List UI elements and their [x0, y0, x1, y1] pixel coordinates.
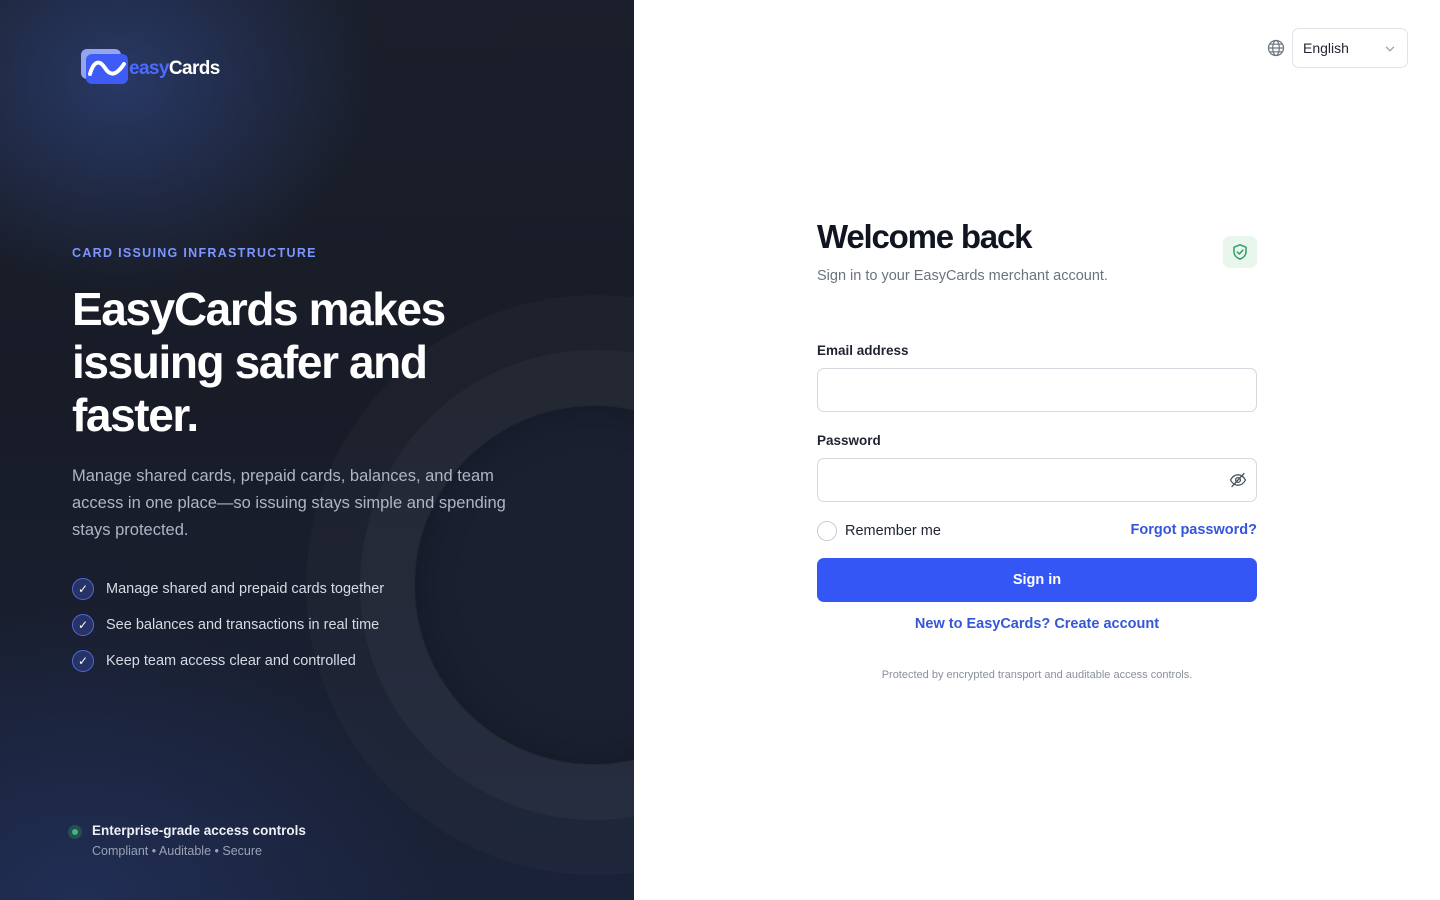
- shield-check-icon: [1233, 244, 1247, 260]
- check-icon: ✓: [72, 650, 94, 672]
- email-label: Email address: [817, 343, 909, 358]
- forgot-password-link[interactable]: Forgot password?: [1131, 522, 1257, 538]
- globe-icon: [1267, 39, 1285, 57]
- logo-text-cards: Cards: [168, 58, 220, 79]
- trust-subtitle: Compliant • Auditable • Secure: [92, 844, 262, 858]
- email-field[interactable]: [817, 368, 1257, 412]
- language-select[interactable]: English: [1292, 28, 1408, 68]
- remember-me-checkbox[interactable]: [817, 521, 837, 541]
- feature-item: ✓ See balances and transactions in real …: [72, 614, 384, 636]
- feature-label: See balances and transactions in real ti…: [106, 617, 380, 633]
- remember-me[interactable]: Remember me: [817, 521, 941, 541]
- security-badge: [1223, 236, 1257, 268]
- page-title: Welcome back: [817, 218, 1032, 255]
- hero-headline: EasyCards makes issuing safer and faster…: [72, 283, 446, 441]
- logo-text-easy: easy: [129, 58, 169, 79]
- logo-mark-icon: [81, 49, 128, 84]
- feature-label: Keep team access clear and controlled: [106, 653, 356, 669]
- hero-description: Manage shared cards, prepaid cards, bala…: [72, 467, 506, 539]
- eye-off-icon[interactable]: [1229, 472, 1247, 488]
- security-fineprint: Protected by encrypted transport and aud…: [881, 669, 1193, 681]
- language-select-value: English: [1303, 40, 1349, 56]
- remember-me-label: Remember me: [845, 523, 941, 539]
- status-dot-icon: [68, 825, 82, 839]
- trust-title: Enterprise-grade access controls: [92, 823, 306, 838]
- feature-list: ✓ Manage shared and prepaid cards togeth…: [72, 578, 384, 686]
- hero-eyebrow: CARD ISSUING INFRASTRUCTURE: [72, 246, 317, 260]
- password-label: Password: [817, 433, 881, 448]
- password-field[interactable]: [817, 458, 1257, 502]
- check-icon: ✓: [72, 578, 94, 600]
- chevron-down-icon: [1385, 46, 1395, 52]
- brand-panel: easyCards CARD ISSUING INFRASTRUCTURE Ea…: [0, 0, 634, 900]
- create-account-link[interactable]: New to EasyCards? Create account: [817, 616, 1257, 632]
- feature-item: ✓ Keep team access clear and controlled: [72, 650, 384, 672]
- feature-label: Manage shared and prepaid cards together: [106, 581, 385, 597]
- feature-item: ✓ Manage shared and prepaid cards togeth…: [72, 578, 384, 600]
- logo-wordmark: easyCards: [129, 58, 220, 80]
- easycards-logo[interactable]: easyCards: [80, 46, 230, 88]
- page-subtitle: Sign in to your EasyCards merchant accou…: [817, 268, 1108, 284]
- sign-in-button[interactable]: Sign in: [817, 558, 1257, 602]
- check-icon: ✓: [72, 614, 94, 636]
